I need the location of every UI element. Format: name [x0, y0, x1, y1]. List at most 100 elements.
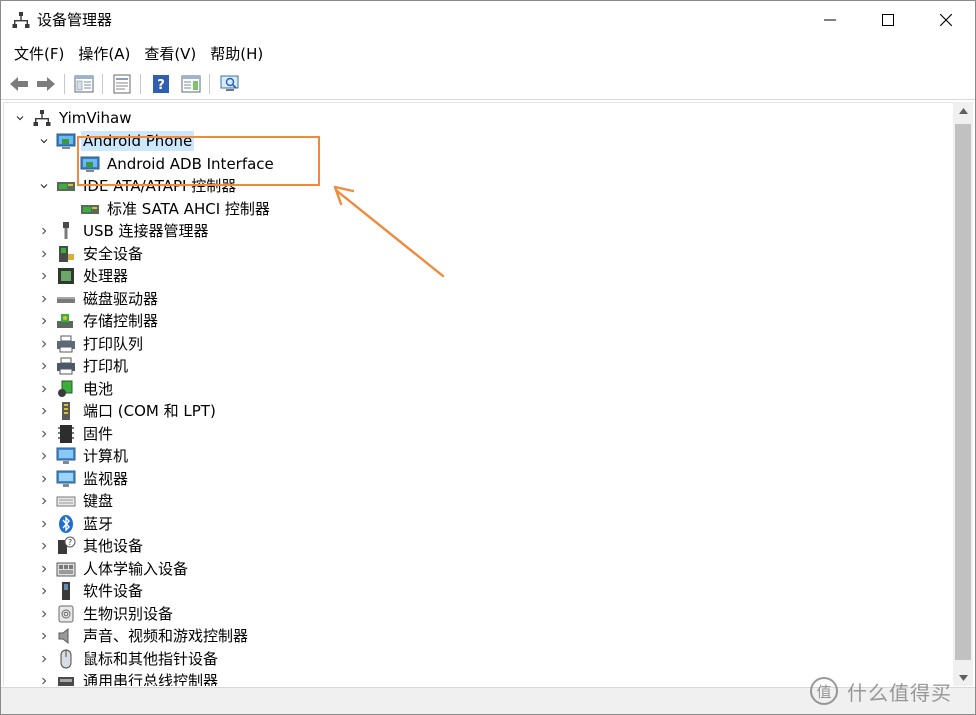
tree-root[interactable]: YimVihaw	[12, 107, 133, 129]
storage-controller-icon	[56, 311, 76, 331]
phone-device-icon	[56, 131, 76, 151]
tree-item-label: 打印机	[83, 357, 129, 375]
chevron-right-icon[interactable]	[36, 288, 52, 310]
tree-item-bluetooth[interactable]: 蓝牙	[36, 513, 115, 535]
menu-view[interactable]: 查看(V)	[137, 41, 203, 67]
tree-item-security-device[interactable]: 安全设备	[36, 243, 145, 265]
toolbar-separator	[64, 74, 65, 94]
chevron-right-icon[interactable]	[36, 468, 52, 490]
scroll-down-button[interactable]	[953, 669, 973, 686]
scroll-up-button[interactable]	[953, 102, 973, 119]
tree-item-label: 生物识别设备	[83, 604, 174, 623]
chevron-down-icon[interactable]	[36, 175, 52, 197]
printer-icon	[56, 356, 76, 376]
sound-icon	[56, 626, 76, 646]
minimize-button[interactable]	[801, 1, 859, 39]
toolbar-separator	[209, 74, 210, 94]
battery-icon	[56, 379, 76, 399]
chevron-right-icon[interactable]	[36, 625, 52, 647]
tree-item-storage-controller[interactable]: 存储控制器	[36, 310, 160, 332]
chevron-right-icon[interactable]	[36, 445, 52, 467]
show-hide-console-tree-button[interactable]	[73, 73, 95, 95]
tree-item-computer[interactable]: 计算机	[36, 445, 130, 467]
tree-item-label: 监视器	[83, 469, 129, 488]
tree-item-usb-controller[interactable]: 通用串行总线控制器	[36, 670, 220, 686]
chevron-right-icon[interactable]	[36, 513, 52, 535]
tree-item-biometric[interactable]: 生物识别设备	[36, 603, 175, 625]
chevron-down-icon[interactable]	[36, 130, 52, 152]
vertical-scrollbar[interactable]	[953, 102, 973, 686]
menu-file[interactable]: 文件(F)	[7, 41, 71, 67]
close-icon	[940, 14, 952, 26]
window-title: 设备管理器	[37, 11, 113, 29]
usb-controller-icon	[56, 671, 76, 686]
chevron-right-icon[interactable]	[36, 400, 52, 422]
chevron-right-icon[interactable]	[36, 265, 52, 287]
tree-item-software-device[interactable]: 软件设备	[36, 580, 145, 602]
menu-action[interactable]: 操作(A)	[71, 41, 137, 67]
tree-item-label: 人体学输入设备	[83, 559, 189, 578]
forward-button[interactable]	[35, 73, 57, 95]
tree-item-label: 固件	[83, 424, 114, 443]
tree-item-processor[interactable]: 处理器	[36, 265, 130, 287]
watermark-logo-char: 值	[816, 683, 831, 701]
properties-button[interactable]	[111, 73, 133, 95]
scroll-thumb[interactable]	[955, 124, 971, 660]
tree-item-monitor[interactable]: 监视器	[36, 468, 130, 490]
properties-icon	[113, 74, 131, 94]
tree-item-hid[interactable]: 人体学输入设备	[36, 558, 190, 580]
tree-item-label: 键盘	[83, 492, 114, 510]
chevron-right-icon[interactable]	[36, 490, 52, 512]
tree-child-sata-ahci-controller[interactable]: 标准 SATA AHCI 控制器	[80, 198, 272, 220]
chevron-right-icon[interactable]	[36, 580, 52, 602]
tree-item-label: USB 连接器管理器	[83, 222, 209, 240]
tree-item-firmware[interactable]: 固件	[36, 423, 115, 445]
chevron-right-icon[interactable]	[36, 648, 52, 670]
software-device-icon	[56, 581, 76, 601]
chevron-right-icon[interactable]	[36, 243, 52, 265]
chevron-right-icon[interactable]	[36, 220, 52, 242]
tree-item-printer[interactable]: 打印机	[36, 355, 130, 377]
watermark: 值 什么值得买	[809, 674, 952, 708]
action-pane-button[interactable]	[180, 73, 202, 95]
close-button[interactable]	[917, 1, 975, 39]
tree-item-label: 端口 (COM 和 LPT)	[83, 402, 216, 420]
computer-tree-root-icon	[32, 108, 52, 128]
monitor-icon	[56, 469, 76, 489]
tree-item-battery[interactable]: 电池	[36, 378, 115, 400]
tree-item-keyboard[interactable]: 键盘	[36, 490, 115, 512]
tree-item-label: 计算机	[83, 447, 129, 465]
menu-help[interactable]: 帮助(H)	[203, 41, 270, 67]
chevron-right-icon[interactable]	[36, 603, 52, 625]
chevron-right-icon[interactable]	[36, 558, 52, 580]
tree-item-mouse[interactable]: 鼠标和其他指针设备	[36, 648, 220, 670]
back-button[interactable]	[8, 73, 30, 95]
port-icon	[56, 401, 76, 421]
maximize-button[interactable]	[859, 1, 917, 39]
other-device-icon: ?	[56, 536, 76, 556]
scan-hardware-changes-button[interactable]	[219, 73, 241, 95]
tree-item-sound[interactable]: 声音、视频和游戏控制器	[36, 625, 250, 647]
device-manager-window: 设备管理器 文件(F) 操作(A) 查看(V) 帮助(H) ? YimVihaw…	[0, 0, 976, 715]
chevron-right-icon[interactable]	[36, 310, 52, 332]
usb-connector-icon	[56, 221, 76, 241]
chevron-right-icon[interactable]	[36, 355, 52, 377]
tree-item-label: 处理器	[83, 267, 129, 285]
chevron-down-icon[interactable]	[12, 107, 28, 129]
action-pane-icon	[181, 75, 201, 93]
tree-item-usb-connector[interactable]: USB 连接器管理器	[36, 220, 211, 242]
help-button[interactable]: ?	[150, 73, 172, 95]
tree-item-disk-drive[interactable]: 磁盘驱动器	[36, 288, 160, 310]
chevron-right-icon[interactable]	[36, 423, 52, 445]
tree-item-label: 蓝牙	[83, 514, 114, 533]
tree-item-print-queue[interactable]: 打印队列	[36, 333, 145, 355]
tree-item-label: 磁盘驱动器	[83, 289, 159, 308]
chevron-right-icon[interactable]	[36, 535, 52, 557]
tree-item-port[interactable]: 端口 (COM 和 LPT)	[36, 400, 218, 422]
chevron-right-icon[interactable]	[36, 333, 52, 355]
chevron-right-icon[interactable]	[36, 378, 52, 400]
device-manager-app-icon	[12, 11, 30, 29]
tree-item-other-device[interactable]: ? 其他设备	[36, 535, 145, 557]
svg-text:?: ?	[68, 538, 72, 547]
chevron-right-icon[interactable]	[36, 670, 52, 686]
